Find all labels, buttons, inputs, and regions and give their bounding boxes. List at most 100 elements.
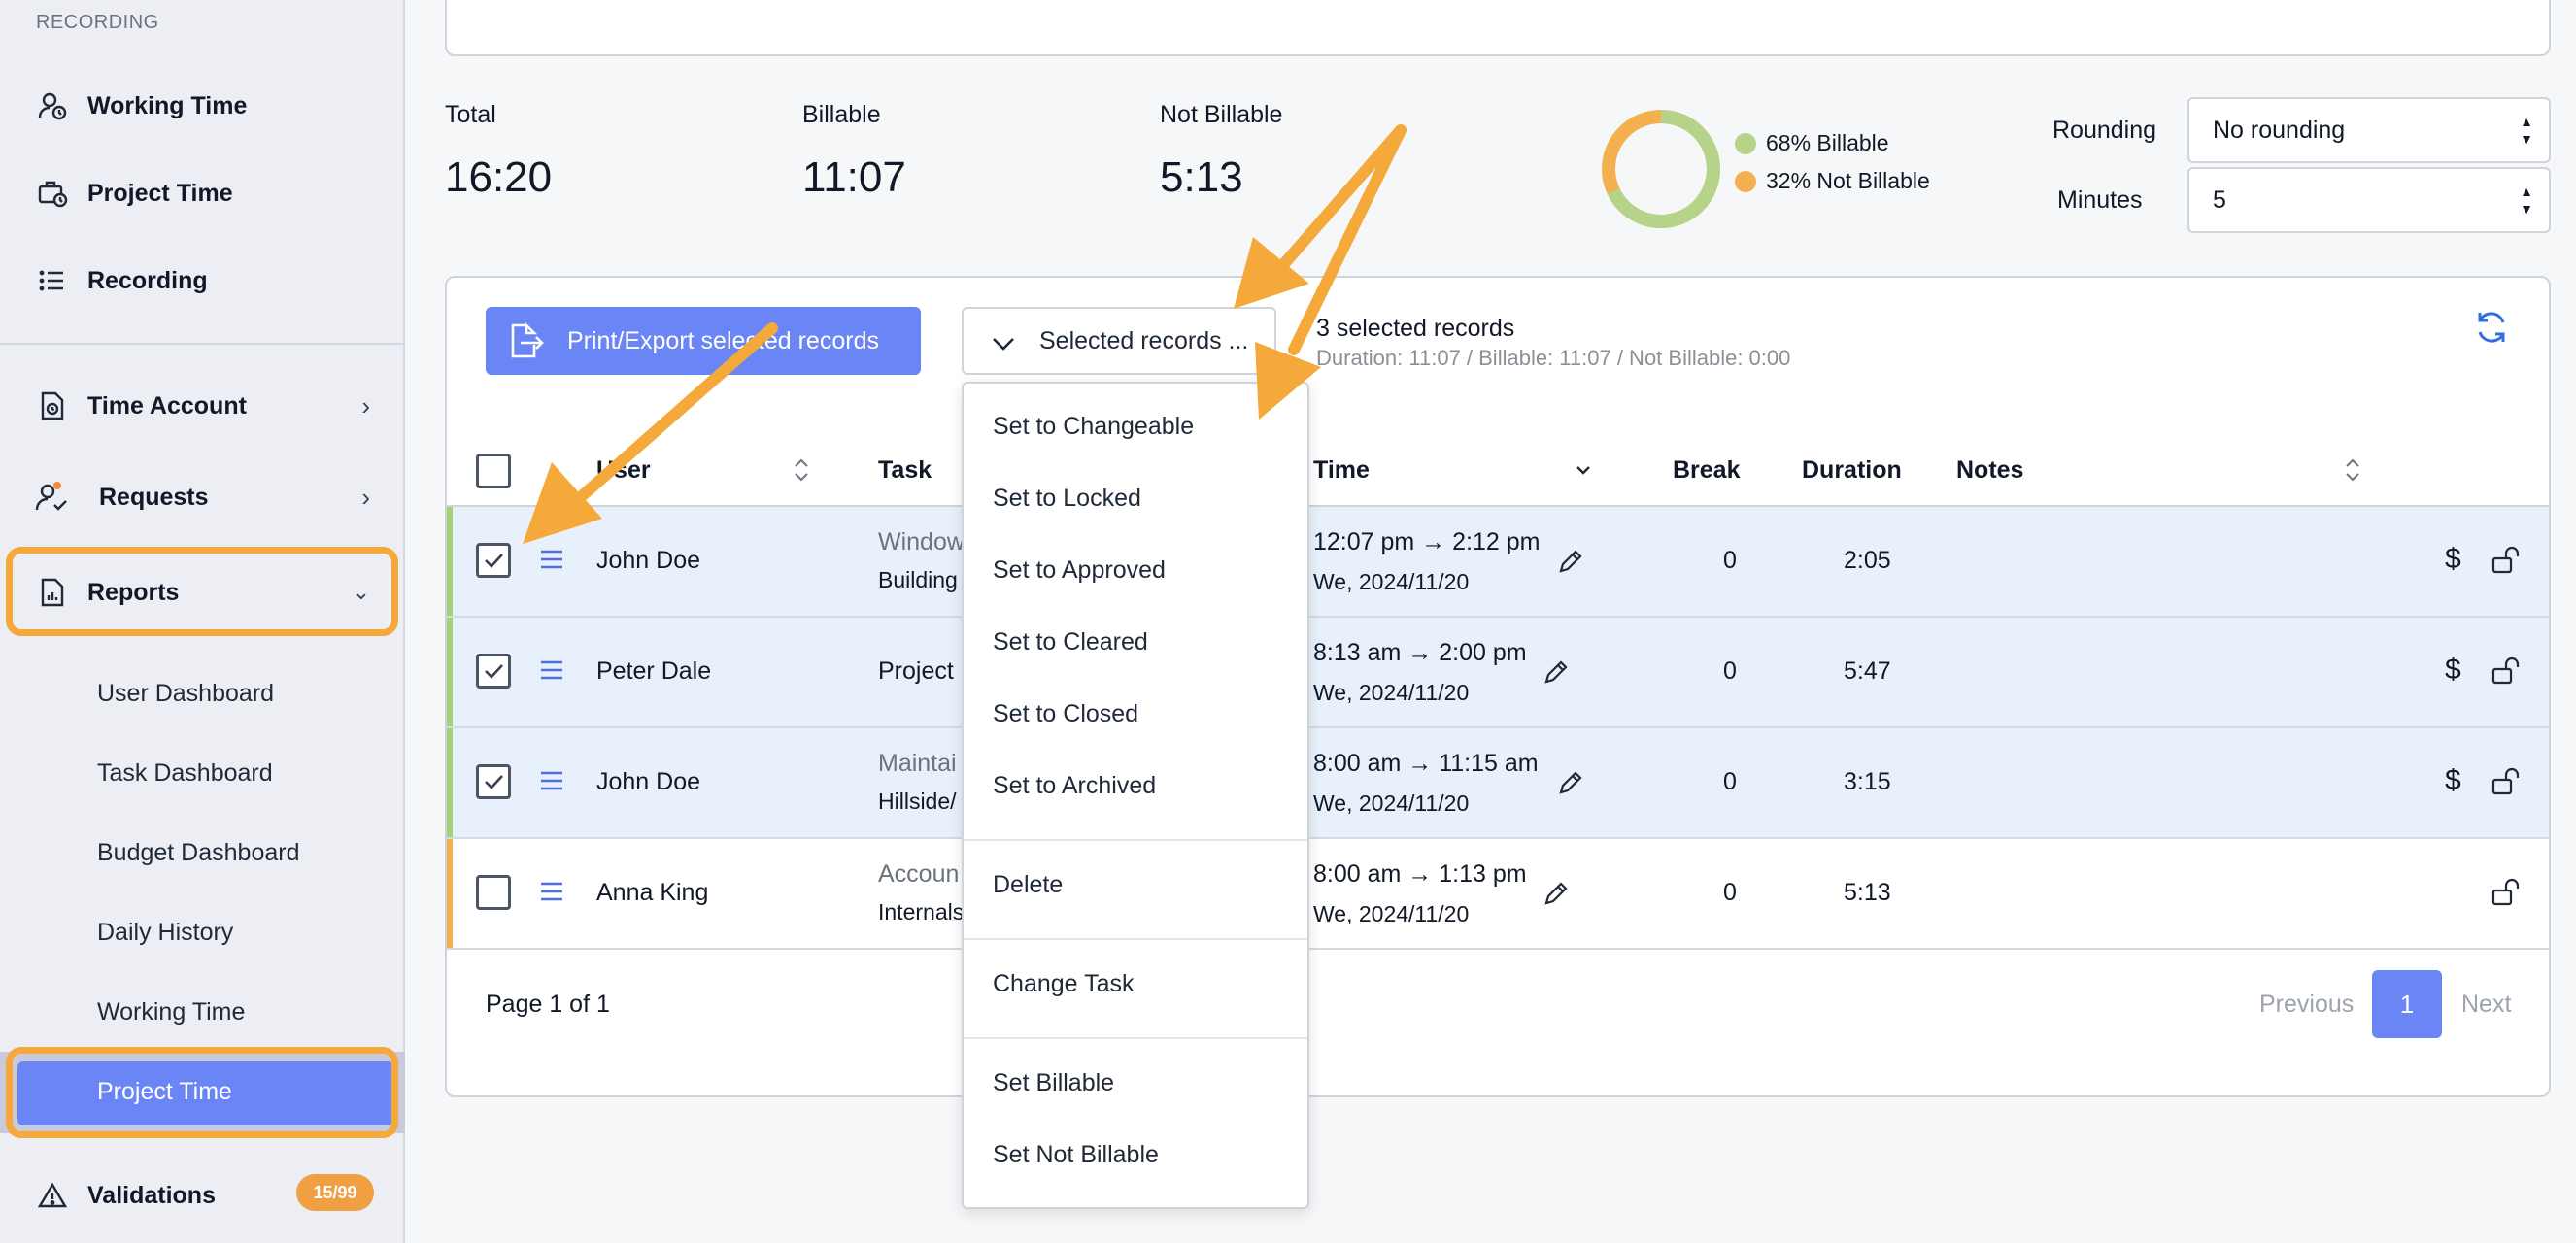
column-break[interactable]: Break: [1673, 456, 1741, 485]
column-notes[interactable]: Notes: [1956, 456, 2023, 485]
billable-dollar-icon[interactable]: $: [2445, 543, 2461, 576]
sidebar-item-time-account[interactable]: Time Account ›: [0, 372, 405, 440]
chevron-right-icon: ›: [361, 390, 370, 420]
menu-item-set-locked[interactable]: Set to Locked: [993, 485, 1141, 513]
menu-item-delete[interactable]: Delete: [993, 871, 1063, 899]
table-row[interactable]: [447, 728, 2549, 839]
minutes-label: Minutes: [2057, 186, 2143, 214]
sort-icon[interactable]: [2343, 455, 2362, 485]
validations-badge: 15/99: [296, 1174, 374, 1211]
sidebar-subitem-task-dashboard[interactable]: Task Dashboard: [97, 759, 273, 788]
row-user: John Doe: [596, 768, 701, 795]
document-clock-icon: [35, 388, 70, 423]
billable-dollar-icon[interactable]: $: [2445, 654, 2461, 687]
page-1-button[interactable]: 1: [2372, 970, 2442, 1038]
row-checkbox[interactable]: [476, 654, 511, 689]
legend-not-billable: 32% Not Billable: [1735, 168, 1930, 194]
selected-records-dropdown-button[interactable]: Selected records ...: [962, 307, 1276, 375]
menu-divider: [964, 938, 1307, 940]
table-row[interactable]: [447, 618, 2549, 728]
menu-icon[interactable]: [538, 656, 565, 684]
check-icon: [485, 554, 503, 568]
column-duration[interactable]: Duration: [1802, 456, 1902, 485]
row-break: 0: [1723, 657, 1737, 685]
sidebar-item-requests[interactable]: Requests ›: [0, 463, 405, 531]
unlock-icon[interactable]: [2491, 767, 2522, 796]
sidebar-subitem-user-dashboard[interactable]: User Dashboard: [97, 680, 274, 708]
menu-icon[interactable]: [538, 767, 565, 794]
select-all-checkbox[interactable]: [476, 454, 511, 488]
sidebar-item-label: Validations: [87, 1181, 216, 1209]
next-page-button[interactable]: Next: [2461, 991, 2511, 1019]
row-time-range: 8:13 am → 2:00 pm: [1313, 639, 1527, 666]
row-break: 0: [1723, 768, 1737, 795]
edit-pencil-icon[interactable]: [1542, 657, 1571, 687]
billable-dot-icon: [1735, 132, 1756, 154]
row-duration: 3:15: [1844, 768, 1891, 795]
rounding-select[interactable]: No rounding ▲ ▼: [2187, 97, 2551, 163]
menu-item-set-changeable[interactable]: Set to Changeable: [993, 413, 1194, 441]
sidebar-item-recording[interactable]: Recording: [0, 247, 405, 315]
sidebar-subitem-budget-dashboard[interactable]: Budget Dashboard: [97, 839, 299, 867]
unlock-icon[interactable]: [2491, 878, 2522, 907]
sidebar-item-project-time[interactable]: Project Time: [0, 159, 405, 227]
menu-item-change-task[interactable]: Change Task: [993, 970, 1134, 998]
menu-item-set-closed[interactable]: Set to Closed: [993, 700, 1138, 728]
sidebar-item-working-time[interactable]: Working Time: [0, 72, 405, 140]
chevron-down-icon[interactable]: [1574, 460, 1593, 480]
billable-value: 11:07: [802, 153, 906, 201]
menu-item-set-approved[interactable]: Set to Approved: [993, 556, 1166, 585]
edit-pencil-icon[interactable]: [1556, 768, 1585, 797]
legend-not-billable-label: 32% Not Billable: [1766, 168, 1930, 193]
minutes-select[interactable]: 5 ▲ ▼: [2187, 167, 2551, 233]
column-user[interactable]: User: [596, 456, 651, 485]
sidebar-subitem-project-time[interactable]: Project Time: [97, 1078, 232, 1106]
menu-icon[interactable]: [538, 878, 565, 905]
edit-pencil-icon[interactable]: [1542, 879, 1571, 908]
sidebar-subitem-working-time[interactable]: Working Time: [97, 998, 245, 1026]
row-task-line1: Maintai: [878, 750, 957, 777]
column-time[interactable]: Time: [1313, 456, 1370, 485]
sidebar-item-reports[interactable]: Reports ⌄: [0, 558, 405, 626]
row-user: Peter Dale: [596, 657, 712, 685]
previous-page-button[interactable]: Previous: [2259, 991, 2354, 1019]
row-break: 0: [1723, 547, 1737, 574]
edit-pencil-icon[interactable]: [1556, 547, 1585, 576]
menu-item-set-not-billable[interactable]: Set Not Billable: [993, 1141, 1159, 1169]
chevron-down-icon: [989, 328, 1018, 364]
check-icon: [485, 664, 503, 679]
refresh-icon[interactable]: [2473, 309, 2510, 346]
row-checkbox[interactable]: [476, 543, 511, 578]
table-row[interactable]: [447, 839, 2549, 950]
unlock-icon[interactable]: [2491, 546, 2522, 575]
row-task-line1: Accoun: [878, 860, 960, 888]
row-time-range: 8:00 am → 11:15 am: [1313, 750, 1539, 777]
sort-icon[interactable]: [792, 455, 811, 485]
billable-dollar-icon[interactable]: $: [2445, 764, 2461, 797]
total-value: 16:20: [445, 153, 553, 201]
chevron-right-icon: ›: [361, 482, 370, 512]
unlock-icon[interactable]: [2491, 656, 2522, 686]
table-row[interactable]: [447, 507, 2549, 618]
row-task-line1: Project: [878, 657, 954, 685]
column-task[interactable]: Task: [878, 456, 932, 485]
row-status-stripe: [447, 839, 453, 948]
row-checkbox[interactable]: [476, 764, 511, 799]
menu-item-set-cleared[interactable]: Set to Cleared: [993, 628, 1148, 656]
sidebar-subitem-daily-history[interactable]: Daily History: [97, 919, 233, 947]
sidebar: RECORDING Working Time Project Time Reco…: [0, 0, 405, 1243]
sidebar-divider: [0, 343, 405, 345]
sidebar-item-label: Project Time: [87, 179, 233, 207]
billable-label: Billable: [802, 101, 881, 128]
menu-item-set-billable[interactable]: Set Billable: [993, 1069, 1114, 1097]
annotation-arrow-dropdown: [1276, 124, 1407, 272]
row-user: Anna King: [596, 879, 709, 906]
page-indicator: Page 1 of 1: [486, 991, 610, 1018]
menu-item-set-archived[interactable]: Set to Archived: [993, 772, 1156, 800]
select-arrows-icon: ▲ ▼: [2520, 184, 2533, 217]
check-icon: [485, 775, 503, 789]
print-export-button[interactable]: Print/Export selected records: [486, 307, 921, 375]
menu-icon[interactable]: [538, 546, 565, 573]
row-checkbox[interactable]: [476, 875, 511, 910]
row-user: John Doe: [596, 547, 701, 574]
